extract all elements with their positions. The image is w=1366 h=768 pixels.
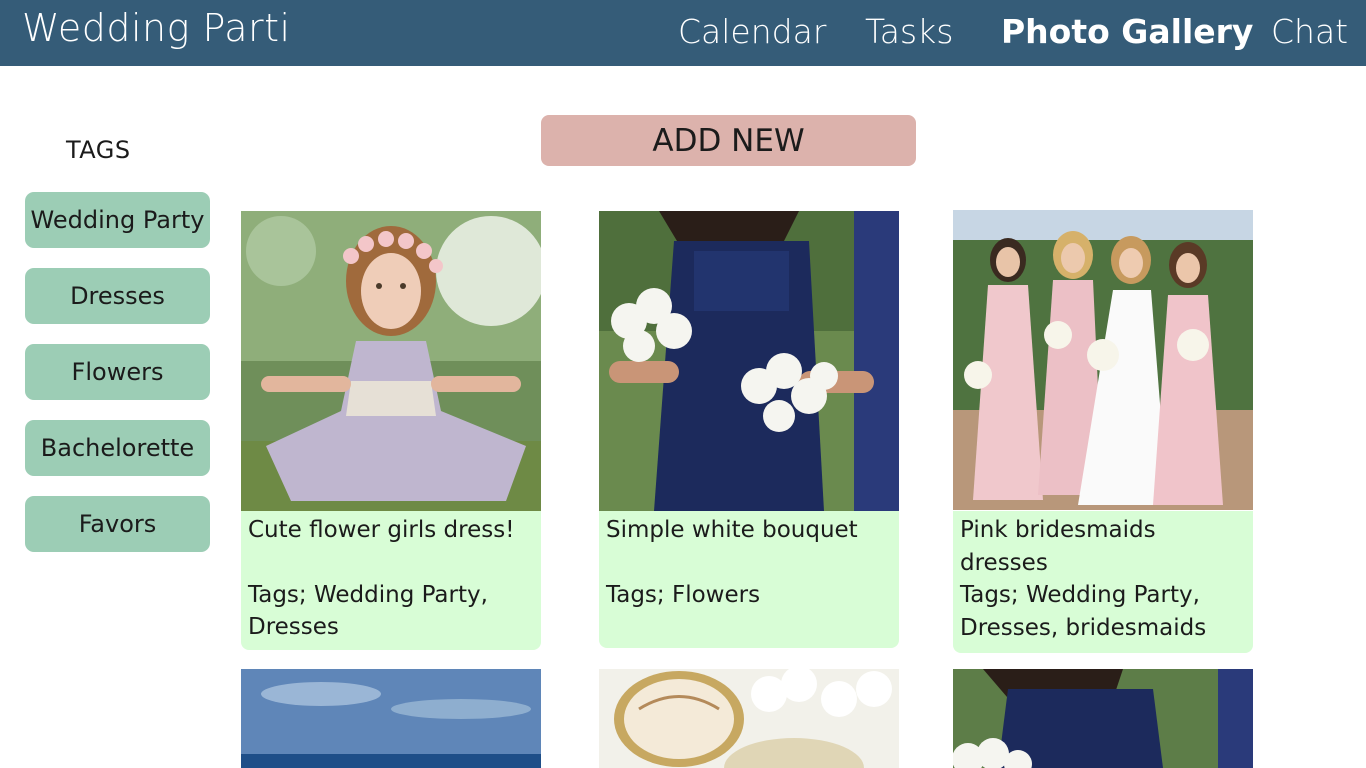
photo-caption: Pink bridesmaids dresses Tags; Wedding P… [953,511,1253,653]
nav-calendar[interactable]: Calendar [678,12,826,51]
photo-bouquet-closeup[interactable] [953,669,1253,768]
photo-favor-jars[interactable] [599,669,899,768]
photo-tags: Tags; Flowers [606,581,761,608]
tag-button-dresses[interactable]: Dresses [25,268,210,324]
photo-title: Pink bridesmaids dresses [960,517,1156,576]
photo-white-bouquet[interactable] [599,211,899,511]
photo-ocean[interactable] [241,669,541,768]
photo-pink-bridesmaids[interactable] [953,210,1253,510]
nav-photo-gallery[interactable]: Photo Gallery [1001,12,1253,51]
tags-heading: TAGS [66,136,131,164]
tag-button-bachelorette[interactable]: Bachelorette [25,420,210,476]
tag-button-wedding-party[interactable]: Wedding Party [25,192,210,248]
photo-caption: Cute flower girls dress! Tags; Wedding P… [241,511,541,650]
top-nav-bar: Wedding Parti Calendar Tasks Photo Galle… [0,0,1366,66]
add-new-button[interactable]: ADD NEW [541,115,916,166]
photo-flower-girl[interactable] [241,211,541,511]
photo-caption: Simple white bouquet Tags; Flowers [599,511,899,648]
photo-title: Cute flower girls dress! [248,517,515,543]
photo-tags: Tags; Wedding Party, Dresses, bridesmaid… [960,582,1207,641]
tag-button-favors[interactable]: Favors [25,496,210,552]
nav-chat[interactable]: Chat [1271,12,1348,51]
photo-title: Simple white bouquet [606,517,858,543]
nav-tasks[interactable]: Tasks [865,12,953,51]
photo-tags: Tags; Wedding Party, Dresses [248,581,488,641]
app-title[interactable]: Wedding Parti [22,6,291,50]
tag-button-flowers[interactable]: Flowers [25,344,210,400]
